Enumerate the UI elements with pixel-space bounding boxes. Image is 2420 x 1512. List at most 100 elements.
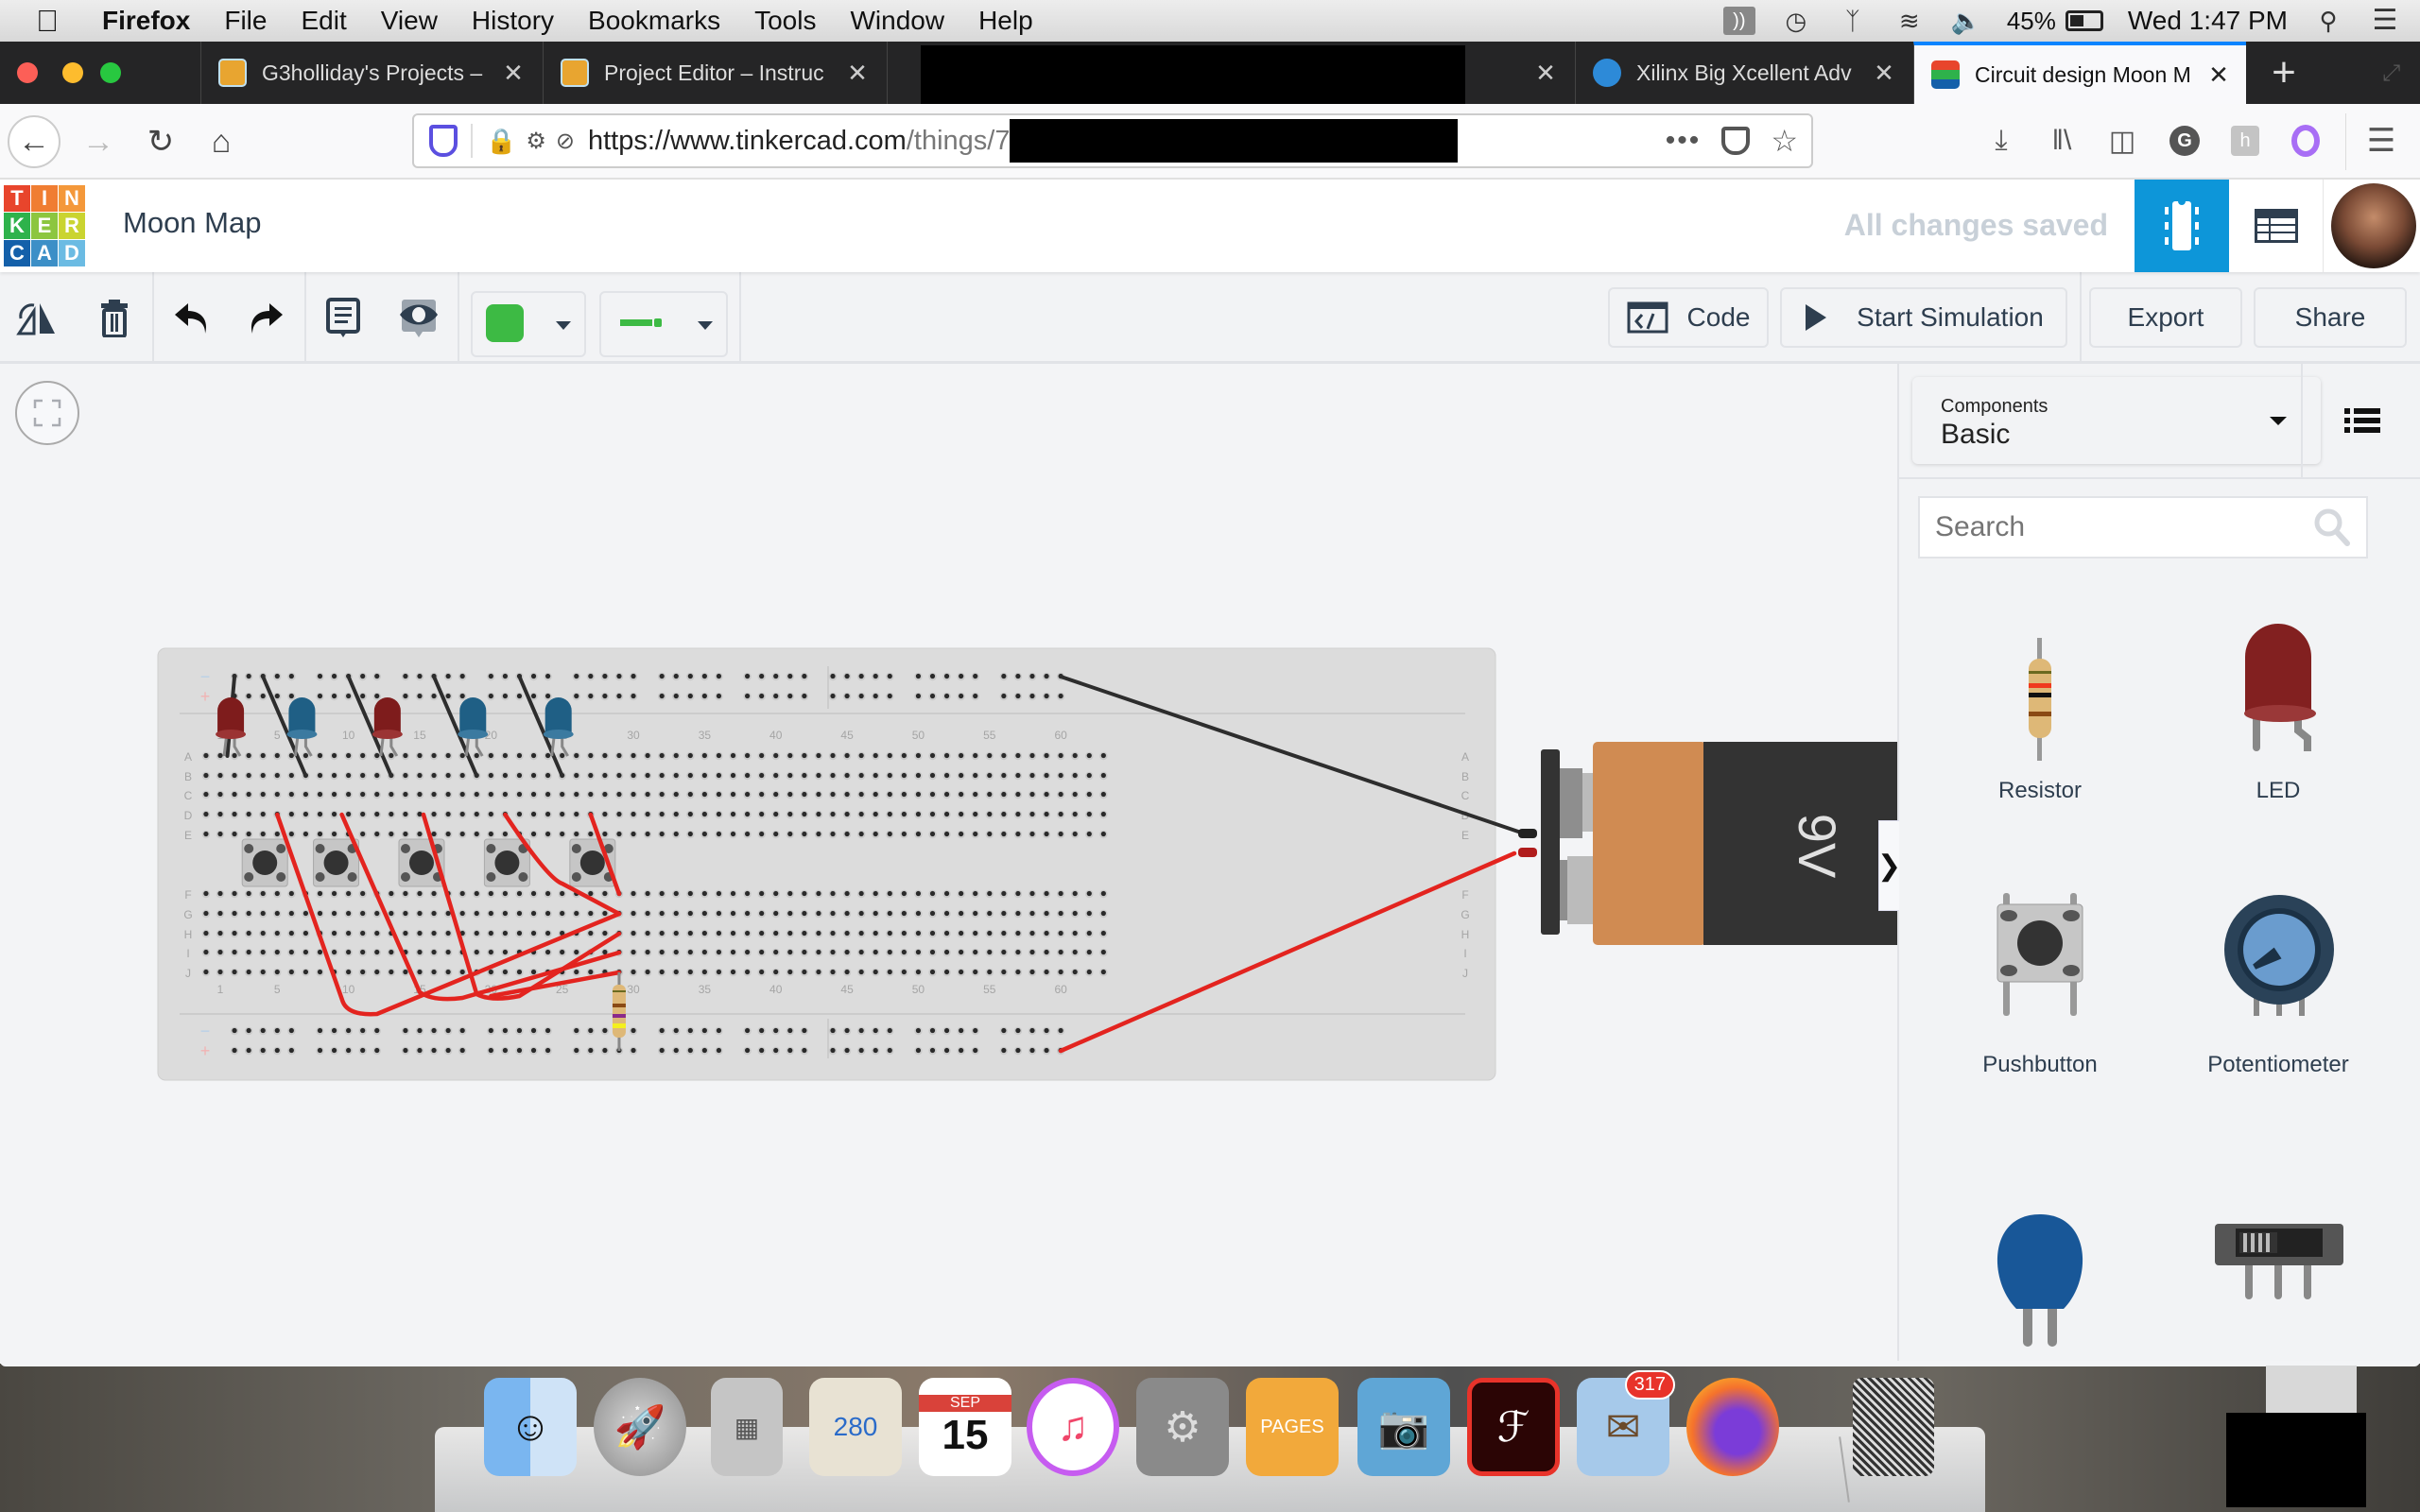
autoplay-blocked-icon[interactable]: ⊘ xyxy=(556,128,575,155)
dock-trash[interactable] xyxy=(1853,1378,1934,1476)
dock-pages[interactable]: PAGES xyxy=(1246,1378,1339,1476)
user-avatar[interactable] xyxy=(2331,183,2416,268)
circuit-canvas[interactable]: 1155101015152020252530303535404045455050… xyxy=(0,364,1897,1364)
honey-extension-icon[interactable]: h xyxy=(2223,119,2267,163)
tab-g3holliday-projects[interactable]: G3holliday's Projects – ✕ xyxy=(200,42,541,104)
reload-button[interactable]: ↻ xyxy=(134,115,187,168)
dock-adobe-acrobat[interactable]: ℱ xyxy=(1467,1378,1560,1476)
breadboard-hole xyxy=(474,831,479,837)
extension-ring-icon[interactable] xyxy=(2284,119,2327,163)
project-title[interactable]: Moon Map xyxy=(123,206,261,240)
grammarly-icon[interactable]: G xyxy=(2163,119,2206,163)
menu-help[interactable]: Help xyxy=(978,6,1033,36)
delete-button[interactable] xyxy=(89,293,140,344)
notification-center-icon[interactable]: ☰ xyxy=(2369,7,2401,35)
new-tab-button[interactable]: + xyxy=(2261,49,2307,96)
redo-button[interactable] xyxy=(240,293,291,344)
volume-icon[interactable]: 🔈 xyxy=(1950,7,1982,35)
menu-firefox[interactable]: Firefox xyxy=(102,6,190,36)
readkit-icon[interactable]: )) xyxy=(1722,7,1755,35)
close-tab-icon[interactable]: ✕ xyxy=(1531,59,1560,88)
dock-finder[interactable]: ☺ xyxy=(484,1378,577,1476)
spotlight-search-icon[interactable]: ⚲ xyxy=(2312,7,2344,35)
component-led[interactable]: LED xyxy=(2160,624,2396,884)
back-button[interactable]: ← xyxy=(8,115,60,168)
component-list-view-button[interactable] xyxy=(2229,180,2324,272)
dock-system-preferences[interactable]: ⚙ xyxy=(1136,1378,1229,1476)
forward-button[interactable]: → xyxy=(72,115,125,168)
bookmark-star-icon[interactable]: ☆ xyxy=(1771,123,1798,159)
lock-icon[interactable]: 🔒 xyxy=(486,127,516,156)
dock-image-capture[interactable]: 📷 xyxy=(1357,1378,1450,1476)
collapse-panel-button[interactable]: ❯ xyxy=(1877,820,1901,911)
rotate-button[interactable] xyxy=(11,293,62,344)
dock-itunes[interactable]: ♫ xyxy=(1027,1378,1119,1476)
wifi-icon[interactable]: ≋ xyxy=(1893,7,1926,35)
page-actions-icon[interactable]: ••• xyxy=(1666,125,1702,157)
notes-button[interactable] xyxy=(318,293,369,344)
dock-calculator[interactable]: ▦ xyxy=(711,1378,783,1476)
start-simulation-button[interactable]: Start Simulation xyxy=(1780,287,2067,348)
component-potentiometer[interactable]: Potentiometer xyxy=(2160,895,2396,1158)
menu-bookmarks[interactable]: Bookmarks xyxy=(588,6,720,36)
bluetooth-icon[interactable]: ᛉ xyxy=(1837,7,1869,35)
export-label: Export xyxy=(2127,302,2204,332)
menu-tools[interactable]: Tools xyxy=(754,6,816,36)
close-tab-icon[interactable]: ✕ xyxy=(1870,59,1898,88)
component-pushbutton[interactable]: Pushbutton xyxy=(1922,893,2158,1158)
sidebar-icon[interactable]: ◫ xyxy=(2100,119,2144,163)
list-view-button[interactable] xyxy=(2301,364,2420,477)
tab-circuit-design[interactable]: Circuit design Moon M ✕ xyxy=(1913,42,2246,104)
menu-history[interactable]: History xyxy=(472,6,554,36)
tab-project-editor[interactable]: Project Editor – Instruc ✕ xyxy=(543,42,885,104)
dock-mail[interactable]: ✉ 317 xyxy=(1577,1370,1675,1476)
tinkercad-logo[interactable]: T I N K E R C A D xyxy=(4,185,85,266)
home-button[interactable]: ⌂ xyxy=(195,115,248,168)
export-button[interactable]: Export xyxy=(2089,287,2242,348)
tracking-protection-shield-icon[interactable] xyxy=(429,125,458,157)
component-resistor[interactable]: Resistor xyxy=(1922,638,2158,884)
time-machine-icon[interactable]: ◷ xyxy=(1780,7,1812,35)
close-window-button[interactable] xyxy=(17,62,38,83)
undo-button[interactable] xyxy=(166,293,217,344)
close-tab-icon[interactable]: ✕ xyxy=(499,59,527,88)
picture-in-picture-icon[interactable]: ⤢ xyxy=(2382,60,2411,89)
menu-window[interactable]: Window xyxy=(850,6,944,36)
dock-firefox[interactable] xyxy=(1686,1378,1779,1476)
breadboard-hole xyxy=(246,831,251,837)
menu-edit[interactable]: Edit xyxy=(301,6,346,36)
dock-launchpad[interactable]: 🚀 xyxy=(594,1378,686,1476)
dock-maps[interactable]: 280 xyxy=(809,1378,902,1476)
search-input[interactable] xyxy=(1920,511,2298,543)
clock[interactable]: Wed 1:47 PM xyxy=(2128,6,2288,36)
battery-icon[interactable] xyxy=(2065,10,2103,31)
close-tab-icon[interactable]: ✕ xyxy=(843,59,872,88)
circuit-view-button[interactable] xyxy=(2135,180,2229,272)
breadboard-hole xyxy=(317,811,323,817)
code-button[interactable]: Code xyxy=(1608,287,1769,348)
zoom-window-button[interactable] xyxy=(100,62,121,83)
pocket-icon[interactable] xyxy=(1721,127,1751,155)
breadboard-hole xyxy=(873,969,878,975)
breadboard-hole xyxy=(445,673,451,679)
library-icon[interactable]: ‖\ xyxy=(2040,119,2083,163)
permissions-icon[interactable]: ⚙ xyxy=(526,128,546,155)
hamburger-menu-icon[interactable]: ☰ xyxy=(2360,119,2403,163)
url-bar[interactable]: 🔒 ⚙ ⊘ https://www.tinkercad.com /things/… xyxy=(412,113,1813,168)
wire-type-dropdown[interactable] xyxy=(599,291,728,357)
breadboard-hole xyxy=(744,949,751,955)
color-picker-dropdown[interactable] xyxy=(471,291,586,357)
apple-logo-icon[interactable]:  xyxy=(36,4,74,39)
toggle-notes-visibility-button[interactable] xyxy=(393,293,444,344)
components-dropdown[interactable]: Components Basic xyxy=(1912,377,2321,464)
menu-view[interactable]: View xyxy=(381,6,438,36)
tab-xilinx[interactable]: Xilinx Big Xcellent Adv ✕ xyxy=(1575,42,1911,104)
dock-calendar[interactable]: SEP 15 xyxy=(919,1378,1011,1476)
close-tab-icon[interactable]: ✕ xyxy=(2204,60,2233,90)
minimize-window-button[interactable] xyxy=(62,62,83,83)
pushbutton-cap xyxy=(494,850,520,875)
search-field[interactable] xyxy=(1918,496,2368,558)
downloads-icon[interactable]: ⤓ xyxy=(1979,119,2023,163)
menu-file[interactable]: File xyxy=(224,6,267,36)
share-button[interactable]: Share xyxy=(2254,287,2407,348)
